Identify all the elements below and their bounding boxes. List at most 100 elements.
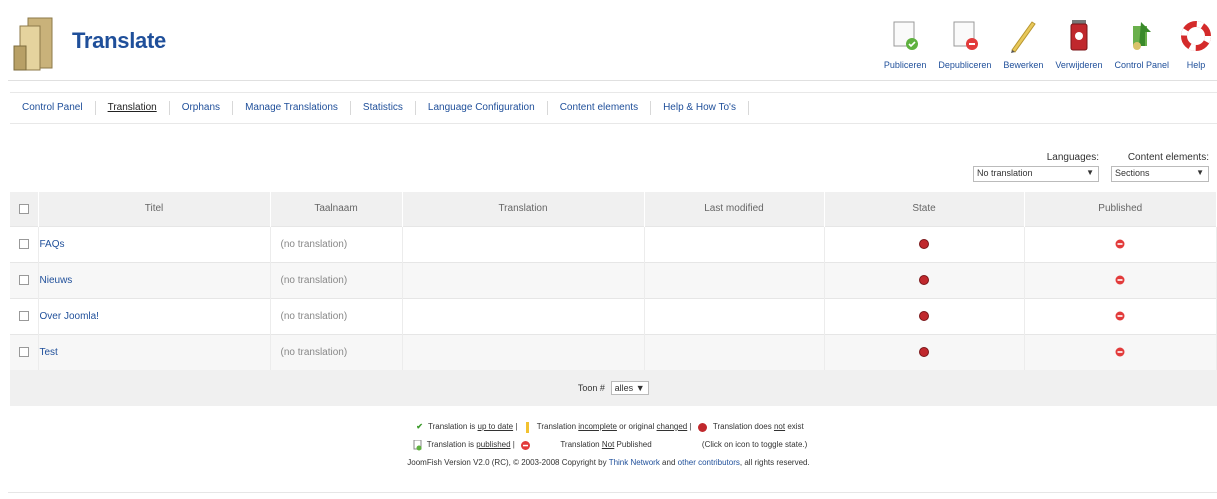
state-not-exist-icon[interactable]	[918, 238, 930, 250]
delete-icon	[1070, 20, 1088, 51]
legend-separator: |	[689, 422, 692, 432]
edit-icon	[1011, 21, 1037, 53]
state-cell	[824, 225, 1025, 262]
column-header-translation: Translation	[402, 192, 645, 226]
taalnaam-cell: (no translation)	[270, 225, 403, 262]
legend-text: Translation	[560, 440, 600, 450]
state-cell	[824, 333, 1025, 370]
contributors-link[interactable]: other contributors	[678, 458, 740, 467]
row-checkbox[interactable]	[18, 310, 29, 321]
chevron-down-icon: ▼	[635, 383, 645, 393]
publish-label: Publiceren	[883, 60, 927, 70]
table-row: Over Joomla! (no translation)	[10, 297, 1217, 334]
unpublish-button[interactable]: Depubliceren	[932, 12, 997, 78]
languages-select[interactable]: No translation ▼	[973, 166, 1099, 182]
row-checkbox[interactable]	[18, 238, 29, 249]
row-title-link[interactable]: Test	[40, 347, 58, 358]
column-header-state: State	[824, 192, 1025, 226]
title-cell: Over Joomla!	[38, 297, 271, 334]
translation-cell	[402, 261, 645, 298]
title-cell: Test	[38, 333, 271, 370]
unpublished-icon[interactable]	[1114, 346, 1126, 358]
legend-separator: |	[512, 440, 515, 450]
unpublish-icon	[953, 21, 978, 50]
think-network-link[interactable]: Think Network	[609, 458, 660, 467]
column-header-published: Published	[1024, 192, 1217, 226]
table-row: FAQs (no translation)	[10, 225, 1217, 262]
row-select-cell	[10, 333, 39, 370]
published-cell	[1024, 333, 1217, 370]
last-modified-cell	[644, 333, 825, 370]
taalnaam-cell: (no translation)	[270, 261, 403, 298]
submenu-item-statistics[interactable]: Statistics	[351, 101, 416, 115]
pager-cell: Toon # alles ▼	[10, 370, 1217, 406]
published-icon	[413, 439, 422, 450]
submenu-item-control-panel[interactable]: Control Panel	[10, 101, 96, 115]
toolbar: Publiceren Depubliceren Bewerken Verwijd…	[878, 12, 1217, 78]
submenu-item-manage-translations[interactable]: Manage Translations	[233, 101, 351, 115]
languages-select-value: No translation	[977, 168, 1033, 178]
column-header-taalnaam: Taalnaam	[270, 192, 403, 226]
pager-select-value: alles	[614, 383, 634, 393]
row-checkbox[interactable]	[18, 347, 29, 358]
last-modified-cell	[644, 261, 825, 298]
translation-cell	[402, 333, 645, 370]
unpublished-icon[interactable]	[1114, 310, 1126, 322]
legend-text: Not	[601, 440, 615, 450]
edit-button[interactable]: Bewerken	[997, 12, 1049, 78]
header-divider	[8, 80, 1217, 81]
pager-select[interactable]: alles ▼	[610, 381, 649, 395]
submenu: Control Panel Translation Orphans Manage…	[10, 92, 1217, 124]
translate-logo-icon	[13, 17, 53, 71]
content-elements-label: Content elements:	[1127, 152, 1209, 163]
control-panel-button[interactable]: Control Panel	[1108, 12, 1175, 78]
published-cell	[1024, 225, 1217, 262]
legend-text: or original	[619, 422, 655, 432]
submenu-item-help[interactable]: Help & How To's	[651, 101, 749, 115]
last-modified-cell	[644, 225, 825, 262]
legend-line-3: JoomFish Version V2.0 (RC), © 2003-2008 …	[0, 454, 1217, 472]
row-select-cell	[10, 261, 39, 298]
state-not-exist-icon[interactable]	[918, 274, 930, 286]
state-cell	[824, 261, 1025, 298]
chevron-down-icon: ▼	[1196, 168, 1204, 177]
copyright-text: , all rights reserved.	[739, 458, 810, 468]
row-title-link[interactable]: FAQs	[40, 239, 65, 250]
title-cell: FAQs	[38, 225, 271, 262]
help-icon	[1181, 21, 1211, 51]
legend-text: Published	[616, 440, 652, 450]
table-row: Test (no translation)	[10, 333, 1217, 370]
taalnaam-cell: (no translation)	[270, 297, 403, 334]
legend-line-2: Translation is published | Translation N…	[0, 436, 1217, 454]
delete-button[interactable]: Verwijderen	[1049, 12, 1108, 78]
row-title-link[interactable]: Nieuws	[40, 275, 73, 286]
publish-button[interactable]: Publiceren	[878, 12, 933, 78]
translation-cell	[402, 225, 645, 262]
state-not-exist-icon[interactable]	[918, 310, 930, 322]
submenu-item-translation[interactable]: Translation	[96, 101, 170, 115]
legend-text: Translation is	[428, 422, 476, 432]
row-select-cell	[10, 297, 39, 334]
table-header-row: Titel Taalnaam Translation Last modified…	[10, 192, 1217, 226]
unpublished-icon[interactable]	[1114, 238, 1126, 250]
last-modified-cell	[644, 297, 825, 334]
translations-table: Titel Taalnaam Translation Last modified…	[10, 192, 1217, 406]
pager-row: Toon # alles ▼	[10, 370, 1217, 406]
chevron-down-icon: ▼	[1086, 168, 1094, 177]
content-elements-select[interactable]: Sections ▼	[1111, 166, 1209, 182]
submenu-item-content-elements[interactable]: Content elements	[548, 101, 652, 115]
submenu-item-orphans[interactable]: Orphans	[170, 101, 234, 115]
column-header-title[interactable]: Titel	[38, 192, 271, 226]
row-title-link[interactable]: Over Joomla!	[40, 311, 99, 322]
translation-cell	[402, 297, 645, 334]
select-all-checkbox[interactable]	[18, 203, 29, 214]
legend-text: published	[476, 440, 511, 450]
copyright-text: JoomFish Version V2.0 (RC), © 2003-2008 …	[407, 458, 607, 468]
state-not-exist-icon[interactable]	[918, 346, 930, 358]
unpublished-icon[interactable]	[1114, 274, 1126, 286]
submenu-item-language-configuration[interactable]: Language Configuration	[416, 101, 548, 115]
help-label: Help	[1186, 60, 1206, 70]
help-button[interactable]: Help	[1175, 12, 1217, 78]
row-checkbox[interactable]	[18, 274, 29, 285]
legend-text: Translation is	[426, 440, 475, 450]
